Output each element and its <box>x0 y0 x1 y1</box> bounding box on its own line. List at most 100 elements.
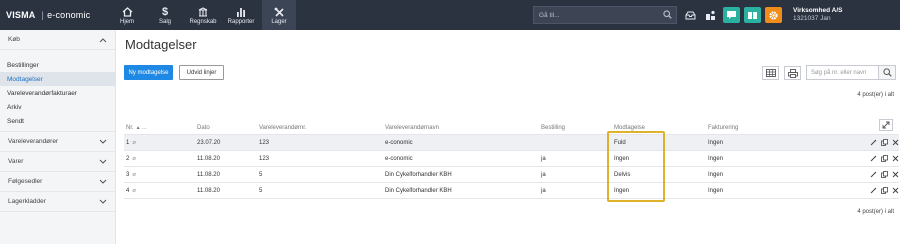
column-header-number[interactable]: Nr. ▲ ... <box>126 122 146 134</box>
row-supplier-name: Din Cykelforhandler KBH <box>385 171 452 178</box>
top-bar: VISMA | e-conomic Hjem $ Salg Regnskab R… <box>0 0 900 30</box>
chevron-up-icon <box>99 37 107 42</box>
row-receipt-status: Fuld <box>614 139 626 146</box>
edit-pencil-icon[interactable] <box>870 155 877 162</box>
table-row[interactable]: 4 ⌀ 11.08.20 5 Din Cykelforhandler KBH ja… <box>124 183 899 199</box>
row-invoicing-status: Ingen <box>708 171 724 178</box>
fullscreen-expand-icon[interactable] <box>879 119 893 131</box>
help-book-icon[interactable] <box>744 7 761 23</box>
row-supplier-name: Din Cykelforhandler KBH <box>385 187 452 194</box>
column-header-invoicing[interactable]: Fakturering <box>708 122 738 134</box>
sidebar-section-label: Varer <box>8 158 24 165</box>
row-invoicing-status: Ingen <box>708 187 724 194</box>
sidebar-item-orders[interactable]: Bestillinger <box>0 58 115 72</box>
list-search-placeholder: Søg på nr. eller navn <box>811 69 867 76</box>
delete-x-icon[interactable] <box>892 171 899 178</box>
copy-icon[interactable] <box>881 187 888 194</box>
column-header-supplier-name[interactable]: Vareleverandørnavn <box>385 122 439 134</box>
edit-pencil-icon[interactable] <box>870 187 877 194</box>
print-icon[interactable] <box>784 66 801 80</box>
tools-icon <box>274 6 285 19</box>
brand-separator: | <box>41 10 45 20</box>
delete-x-icon[interactable] <box>892 187 899 194</box>
row-date: 11.08.20 <box>197 171 220 178</box>
row-invoicing-status: Ingen <box>708 155 724 162</box>
table-header: Nr. ▲ ... Dato Vareleverandørnr. Varelev… <box>124 122 899 135</box>
list-search-input[interactable]: Søg på nr. eller navn <box>806 65 879 80</box>
new-receipt-button[interactable]: Ny modtagelse <box>124 65 173 80</box>
row-number-cell: 1 ⌀ <box>126 139 136 147</box>
settings-gear-icon[interactable] <box>765 7 782 23</box>
sidebar-section-products[interactable]: Varer <box>0 152 115 172</box>
global-search-placeholder: Gå til... <box>539 11 560 19</box>
nav-sales-label: Salg <box>158 18 171 25</box>
sidebar-section-delivery-notes[interactable]: Følgesedler <box>0 172 115 192</box>
chevron-down-icon <box>99 139 107 144</box>
brand-logo[interactable]: VISMA | e-conomic <box>0 0 100 30</box>
row-date: 11.08.20 <box>197 155 220 162</box>
row-supplier-number: 123 <box>259 155 270 162</box>
chat-icon[interactable] <box>723 7 740 23</box>
row-actions <box>870 151 899 166</box>
row-receipt-status: Ingen <box>614 155 630 162</box>
nav-stock-label: Lager <box>271 18 287 25</box>
inbox-icon[interactable] <box>682 7 699 23</box>
notifications-icon[interactable] <box>702 7 719 23</box>
company-switcher[interactable]: Virksomhed A/S 1321037 Jan <box>793 7 843 23</box>
chevron-down-icon <box>99 179 107 184</box>
sidebar-section-label: Lagerkladder <box>8 198 46 205</box>
nav-stock[interactable]: Lager <box>262 0 296 30</box>
expand-lines-button[interactable]: Udvid linjer <box>179 65 224 80</box>
global-search-input[interactable]: Gå til... <box>533 6 677 24</box>
row-actions <box>870 135 899 150</box>
row-receipt-status: Ingen <box>614 187 630 194</box>
nav-home[interactable]: Hjem <box>110 0 144 30</box>
sidebar-section-stock-journals[interactable]: Lagerkladder <box>0 192 115 212</box>
nav-accounting[interactable]: Regnskab <box>186 0 220 30</box>
table-row[interactable]: 1 ⌀ 23.07.20 123 e-conomic Fuld Ingen <box>124 135 899 151</box>
record-count-bottom: 4 post(er) i alt <box>857 209 894 215</box>
nav-accounting-label: Regnskab <box>189 18 217 25</box>
row-number-cell: 3 ⌀ <box>126 171 136 179</box>
sidebar-item-archive[interactable]: Arkiv <box>0 100 115 114</box>
sidebar-item-sent[interactable]: Sendt <box>0 114 115 128</box>
home-icon <box>122 6 133 19</box>
dollar-icon: $ <box>161 6 169 18</box>
sidebar-section-label: Følgesedler <box>8 178 43 185</box>
sidebar-section-purchase[interactable]: Køb <box>0 30 115 50</box>
edit-pencil-icon[interactable] <box>870 139 877 146</box>
clip-icon: ⌀ <box>132 188 136 194</box>
column-header-receipt[interactable]: Modtagelse <box>614 122 645 134</box>
row-supplier-number: 123 <box>259 139 270 146</box>
copy-icon[interactable] <box>881 139 888 146</box>
column-header-date[interactable]: Dato <box>197 122 210 134</box>
company-id: 1321037 Jan <box>793 15 831 22</box>
main-content: Modtagelser Ny modtagelse Udvid linjer S… <box>117 30 900 244</box>
product-name: e-conomic <box>47 10 91 20</box>
sidebar-section-suppliers[interactable]: Vareleverandører <box>0 132 115 152</box>
copy-icon[interactable] <box>881 155 888 162</box>
table-row[interactable]: 2 ⌀ 11.08.20 123 e-conomic ja Ingen Ingen <box>124 151 899 167</box>
row-actions <box>870 183 899 198</box>
nav-reports[interactable]: Rapporter <box>224 0 258 30</box>
row-actions <box>870 167 899 182</box>
column-header-supplier-number[interactable]: Vareleverandørnr. <box>259 122 307 134</box>
column-header-order[interactable]: Bestilling <box>541 122 565 134</box>
search-icon[interactable] <box>879 65 896 80</box>
chevron-down-icon <box>99 199 107 204</box>
row-number-cell: 4 ⌀ <box>126 187 136 195</box>
table-row[interactable]: 3 ⌀ 11.08.20 5 Din Cykelforhandler KBH ja… <box>124 167 899 183</box>
sidebar-item-receipts[interactable]: Modtagelser <box>0 72 115 86</box>
copy-icon[interactable] <box>881 171 888 178</box>
ledger-icon <box>198 6 208 19</box>
edit-pencil-icon[interactable] <box>870 171 877 178</box>
clip-icon: ⌀ <box>132 140 136 146</box>
sidebar-item-supplier-invoices[interactable]: Vareleverandørfakturaer <box>0 86 115 100</box>
nav-sales[interactable]: $ Salg <box>148 0 182 30</box>
delete-x-icon[interactable] <box>892 155 899 162</box>
table-view-icon[interactable] <box>762 66 779 80</box>
search-icon[interactable] <box>663 10 672 21</box>
page-title: Modtagelser <box>125 37 197 52</box>
clip-icon: ⌀ <box>132 172 136 178</box>
delete-x-icon[interactable] <box>892 139 899 146</box>
